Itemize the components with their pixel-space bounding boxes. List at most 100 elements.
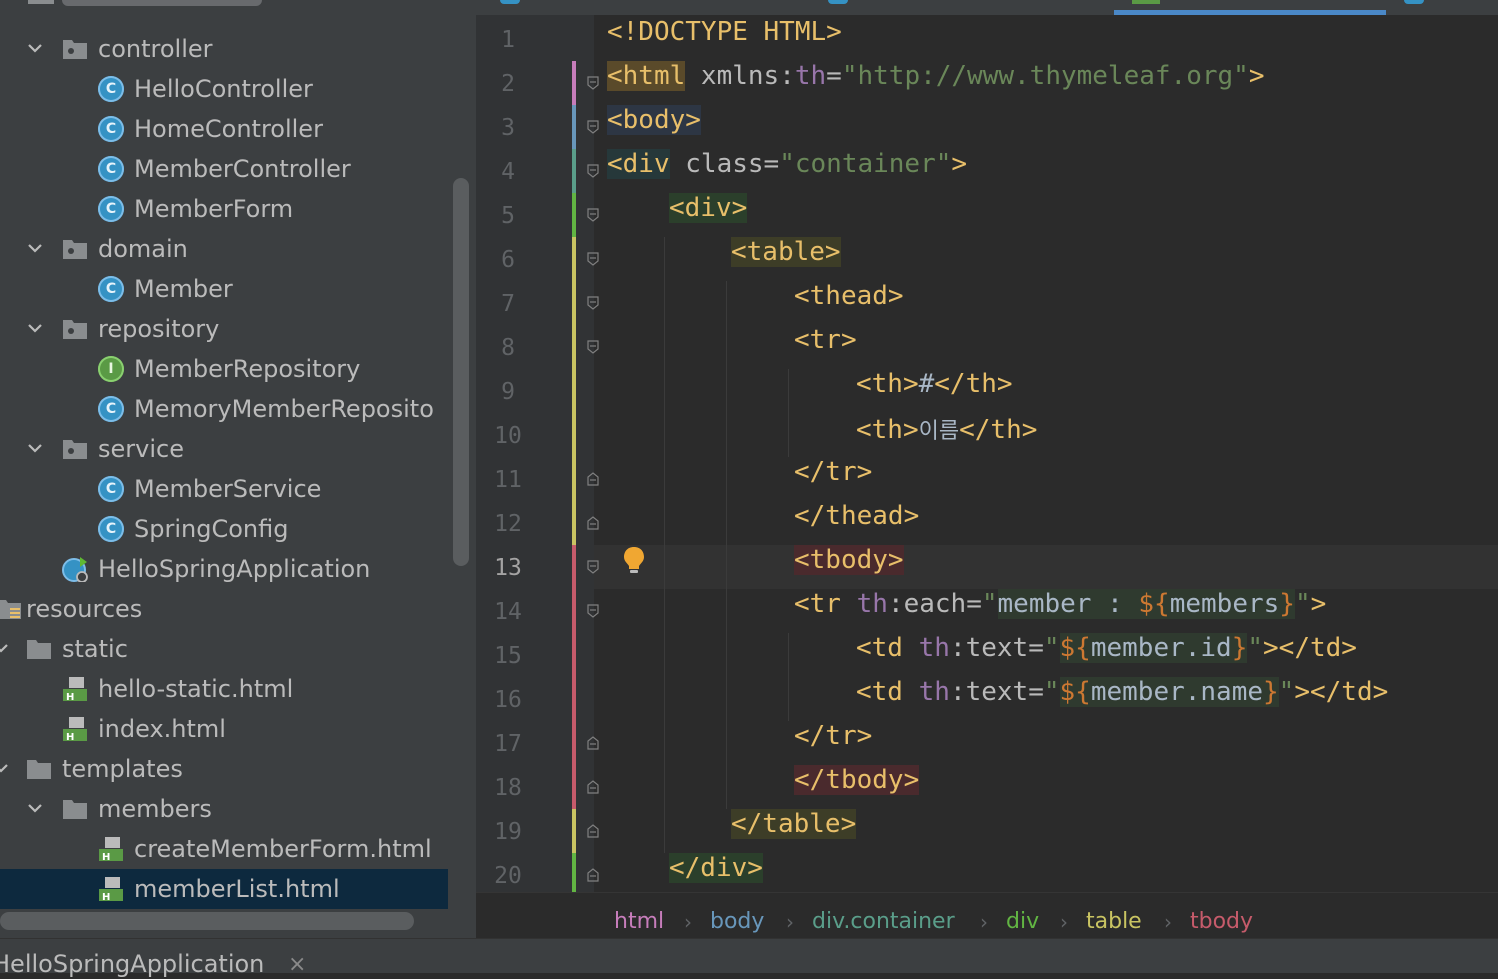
vertical-scrollbar[interactable]	[453, 178, 469, 566]
tab-class-icon-partial[interactable]	[1404, 0, 1424, 4]
tree-item-service[interactable]: service	[0, 429, 448, 469]
tree-item-label: MemberRepository	[134, 355, 361, 383]
tree-item-member[interactable]: C Member	[0, 269, 448, 309]
tag-token: ></td>	[1294, 677, 1389, 707]
code-line-19: </table>	[731, 809, 857, 853]
line-number[interactable]: 18	[476, 766, 540, 810]
expression-token: }	[1279, 589, 1295, 619]
breadcrumb-item-div[interactable]: div	[1006, 907, 1039, 937]
run-tab-label[interactable]: HelloSpringApplication	[0, 949, 264, 979]
line-number[interactable]: 10	[476, 414, 540, 458]
line-number[interactable]: 12	[476, 502, 540, 546]
tree-item-domain[interactable]: domain	[0, 229, 448, 269]
code-line-9: <th>#</th>	[856, 369, 1013, 413]
tag-token: </th>	[959, 415, 1038, 445]
string-token: "	[1043, 677, 1060, 707]
tree-item-label: MemoryMemberReposito	[134, 395, 434, 423]
line-number-current[interactable]: 13	[476, 546, 540, 590]
close-icon[interactable]: ×	[288, 953, 306, 977]
horizontal-scrollbar[interactable]	[0, 912, 414, 930]
chevron-down-icon[interactable]	[26, 799, 44, 817]
line-number[interactable]: 15	[476, 634, 540, 678]
editor-tab-strip[interactable]	[476, 0, 1498, 15]
line-number[interactable]: 7	[476, 282, 540, 326]
line-number[interactable]: 16	[476, 678, 540, 722]
tree-item-springconfig[interactable]: C SpringConfig	[0, 509, 448, 549]
expression-token: member.name	[1090, 677, 1264, 707]
line-number[interactable]: 8	[476, 326, 540, 370]
tree-item-label: createMemberForm.html	[134, 835, 432, 863]
code-line-14: <tr th:each="member : ${members}">	[794, 589, 1326, 633]
svg-text:H: H	[102, 892, 110, 902]
tree-item-controller[interactable]: controller	[0, 29, 448, 69]
tree-item-label: domain	[98, 235, 188, 263]
tree-item-membercontroller[interactable]: C MemberController	[0, 149, 448, 189]
code-line-4: <div class="container">	[607, 149, 967, 193]
project-tool-window: controller C HelloController C HomeContr…	[0, 0, 476, 938]
line-number[interactable]: 4	[476, 150, 540, 194]
tree-item-memberrepository[interactable]: I MemberRepository	[0, 349, 448, 389]
tree-item-homecontroller[interactable]: C HomeController	[0, 109, 448, 149]
chevron-down-icon[interactable]	[0, 639, 10, 657]
tree-item-createmembersform-html[interactable]: H createMemberForm.html	[0, 829, 448, 869]
tree-item-resources[interactable]: resources	[0, 589, 448, 629]
tab-class-icon-partial[interactable]	[828, 0, 848, 4]
partial-row-label	[62, 0, 262, 6]
tree-item-memberlist-html[interactable]: H memberList.html	[0, 869, 448, 909]
tag-token: </tbody>	[794, 765, 920, 795]
breadcrumb-item-body[interactable]: body	[710, 907, 764, 937]
code-line-8: <tr>	[794, 325, 857, 369]
chevron-down-icon[interactable]	[26, 39, 44, 57]
line-number[interactable]: 9	[476, 370, 540, 414]
tree-item-members[interactable]: members	[0, 789, 448, 829]
svg-text:H: H	[66, 692, 74, 702]
code-line-12: </thead>	[794, 501, 919, 545]
tree-item-static[interactable]: static	[0, 629, 448, 669]
resources-folder-icon	[0, 600, 21, 619]
tab-class-icon-partial[interactable]	[500, 0, 520, 4]
line-number[interactable]: 14	[476, 590, 540, 634]
line-number[interactable]: 3	[476, 106, 540, 150]
line-number[interactable]: 19	[476, 810, 540, 854]
line-number[interactable]: 11	[476, 458, 540, 502]
folder-icon	[63, 800, 87, 819]
tag-token: ></td>	[1263, 633, 1357, 663]
line-number[interactable]: 6	[476, 238, 540, 282]
expression-token: member.id	[1090, 633, 1232, 663]
chevron-down-icon[interactable]	[0, 759, 10, 777]
interface-icon: I	[98, 356, 124, 382]
expression-token: members	[1169, 589, 1280, 619]
breadcrumb-item-tbody[interactable]: tbody	[1190, 907, 1253, 937]
string-token: "	[1043, 633, 1060, 663]
text-token: #	[918, 369, 935, 399]
namespace-token: th	[902, 633, 950, 663]
breadcrumb-item-html[interactable]: html	[614, 907, 664, 937]
tree-item-index-html[interactable]: H index.html	[0, 709, 448, 749]
chevron-down-icon[interactable]	[26, 239, 44, 257]
tree-item-memberform[interactable]: C MemberForm	[0, 189, 448, 229]
chevron-down-icon[interactable]	[26, 439, 44, 457]
breadcrumb-item-table[interactable]: table	[1086, 907, 1142, 937]
tab-html-file-icon-partial[interactable]	[1132, 0, 1160, 4]
tree-item-hellospringapplication[interactable]: HelloSpringApplication	[0, 549, 448, 589]
tree-item-repository[interactable]: repository	[0, 309, 448, 349]
line-number[interactable]: 5	[476, 194, 540, 238]
code-editor[interactable]	[594, 15, 1498, 892]
html-file-icon: H	[99, 877, 123, 902]
indent-rainbow-bar	[572, 809, 576, 853]
breadcrumb-item-div-container[interactable]: div.container	[812, 907, 955, 937]
tree-item-memberservice[interactable]: C MemberService	[0, 469, 448, 509]
package-folder-icon	[63, 320, 87, 339]
tree-item-hellocontroller[interactable]: C HelloController	[0, 69, 448, 109]
tree-item-hello-static-html[interactable]: H hello-static.html	[0, 669, 448, 709]
line-number[interactable]: 1	[476, 18, 540, 62]
indent-rainbow-bar	[572, 61, 576, 105]
line-number[interactable]: 2	[476, 62, 540, 106]
tree-item-label: MemberForm	[134, 195, 294, 223]
line-number[interactable]: 17	[476, 722, 540, 766]
tree-item-templates[interactable]: templates	[0, 749, 448, 789]
chevron-down-icon[interactable]	[26, 319, 44, 337]
tree-item-memorymemberrepository[interactable]: C MemoryMemberReposito	[0, 389, 448, 429]
attr-token: :text=	[949, 677, 1044, 707]
tag-token: <th>	[856, 369, 919, 399]
